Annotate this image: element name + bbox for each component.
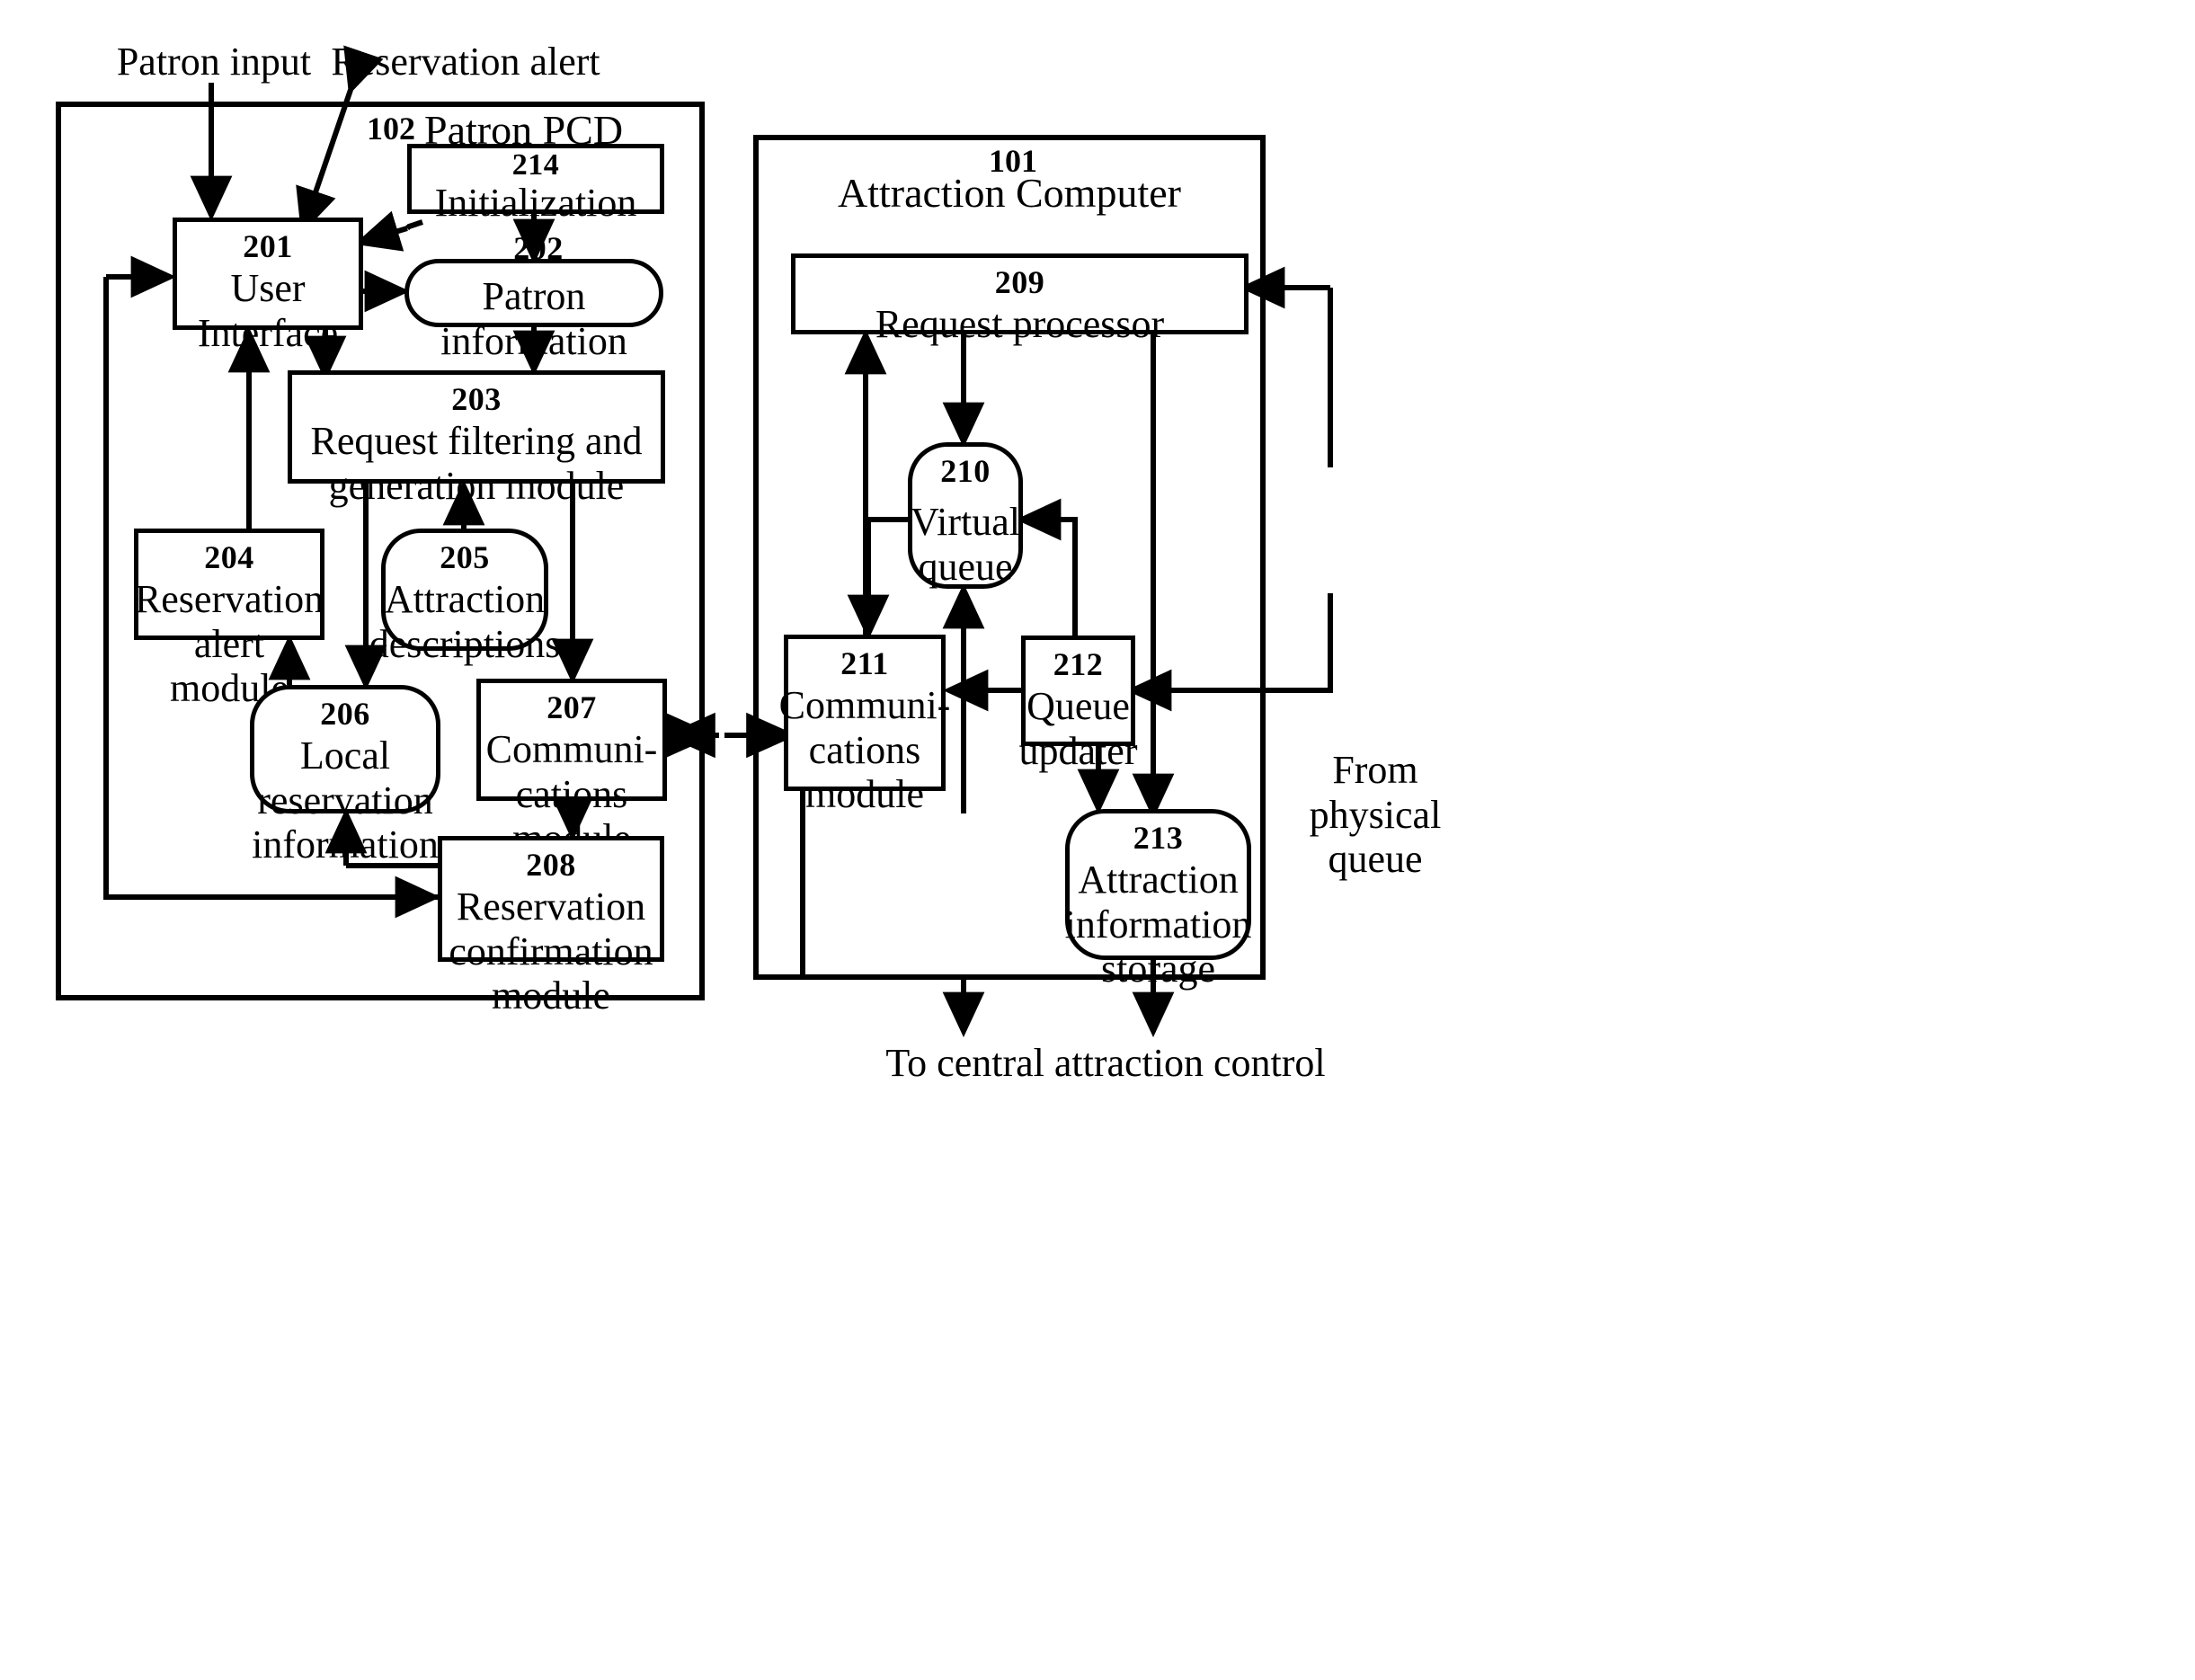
node-title-212: Queue updater (1018, 684, 1138, 773)
node-title-206: Local reservation information (252, 733, 439, 867)
node-ref-201: 201 (243, 228, 293, 264)
node-ref-206: 206 (320, 696, 370, 732)
node-request-filtering-generation-module[interactable]: 203 Request filtering and generation mod… (288, 370, 665, 508)
container-title-attraction-computer: Attraction Computer (838, 170, 1181, 216)
node-title-205: Attraction descriptions (369, 577, 561, 666)
label-from-physical-queue: From physical queue (1309, 748, 1442, 882)
node-local-reservation-information[interactable]: 206 Local reservation information (250, 685, 440, 867)
node-title-208: Reservation confirmation module (449, 884, 653, 1018)
node-ref-203: 203 (451, 381, 502, 417)
node-ref-211: 211 (840, 645, 889, 681)
node-ref-207: 207 (547, 689, 597, 725)
node-title-203: Request filtering and generation module (310, 419, 643, 508)
node-patron-information[interactable]: 202 Patron information (404, 232, 663, 363)
node-title-211: Communi- cations module (778, 683, 951, 817)
node-ref-213: 213 (1133, 820, 1184, 856)
node-attraction-descriptions[interactable]: 205 Attraction descriptions (369, 529, 560, 666)
node-ref-202: 202 (513, 230, 564, 266)
figure-canvas: Patron input Reservation alert From phys… (0, 0, 2195, 1680)
node-request-processor[interactable]: 209 Request processor (791, 253, 1249, 346)
node-title-214: Initialization (434, 181, 637, 225)
node-user-interface[interactable]: 201 User Interface (173, 218, 363, 355)
node-title-213: Attraction information storage (1064, 858, 1252, 991)
container-title-patron-pcd: Patron PCD (424, 107, 624, 153)
node-ref-209: 209 (994, 264, 1045, 300)
node-virtual-queue[interactable]: 210 Virtual queue (908, 442, 1023, 589)
node-reservation-alert-module[interactable]: 204 Reservation alert module (134, 529, 324, 710)
node-queue-updater[interactable]: 212 Queue updater (1019, 636, 1137, 773)
label-reservation-alert: Reservation alert (331, 40, 600, 84)
node-title-201: User Interface (197, 266, 339, 355)
node-attraction-information-storage[interactable]: 213 Attraction information storage (1065, 809, 1251, 991)
label-to-central-attraction-control: To central attraction control (885, 1041, 1326, 1085)
node-title-210: Virtual queue (911, 500, 1020, 589)
node-ref-205: 205 (440, 539, 490, 575)
node-reservation-confirmation-module[interactable]: 208 Reservation confirmation module (438, 836, 664, 1018)
ref-label-102: 102 (367, 111, 415, 147)
node-communications-module-pcd[interactable]: 207 Communi- cations module (476, 679, 667, 860)
node-ref-210: 210 (940, 453, 991, 489)
node-communications-module-attraction[interactable]: 211 Communi- cations module (779, 635, 950, 816)
node-title-209: Request processor (875, 302, 1165, 346)
node-ref-204: 204 (204, 539, 254, 575)
node-ref-212: 212 (1053, 646, 1104, 682)
node-ref-208: 208 (526, 847, 576, 883)
node-initialization[interactable]: 214 Initialization (407, 144, 664, 225)
node-title-202: Patron information (440, 274, 627, 363)
